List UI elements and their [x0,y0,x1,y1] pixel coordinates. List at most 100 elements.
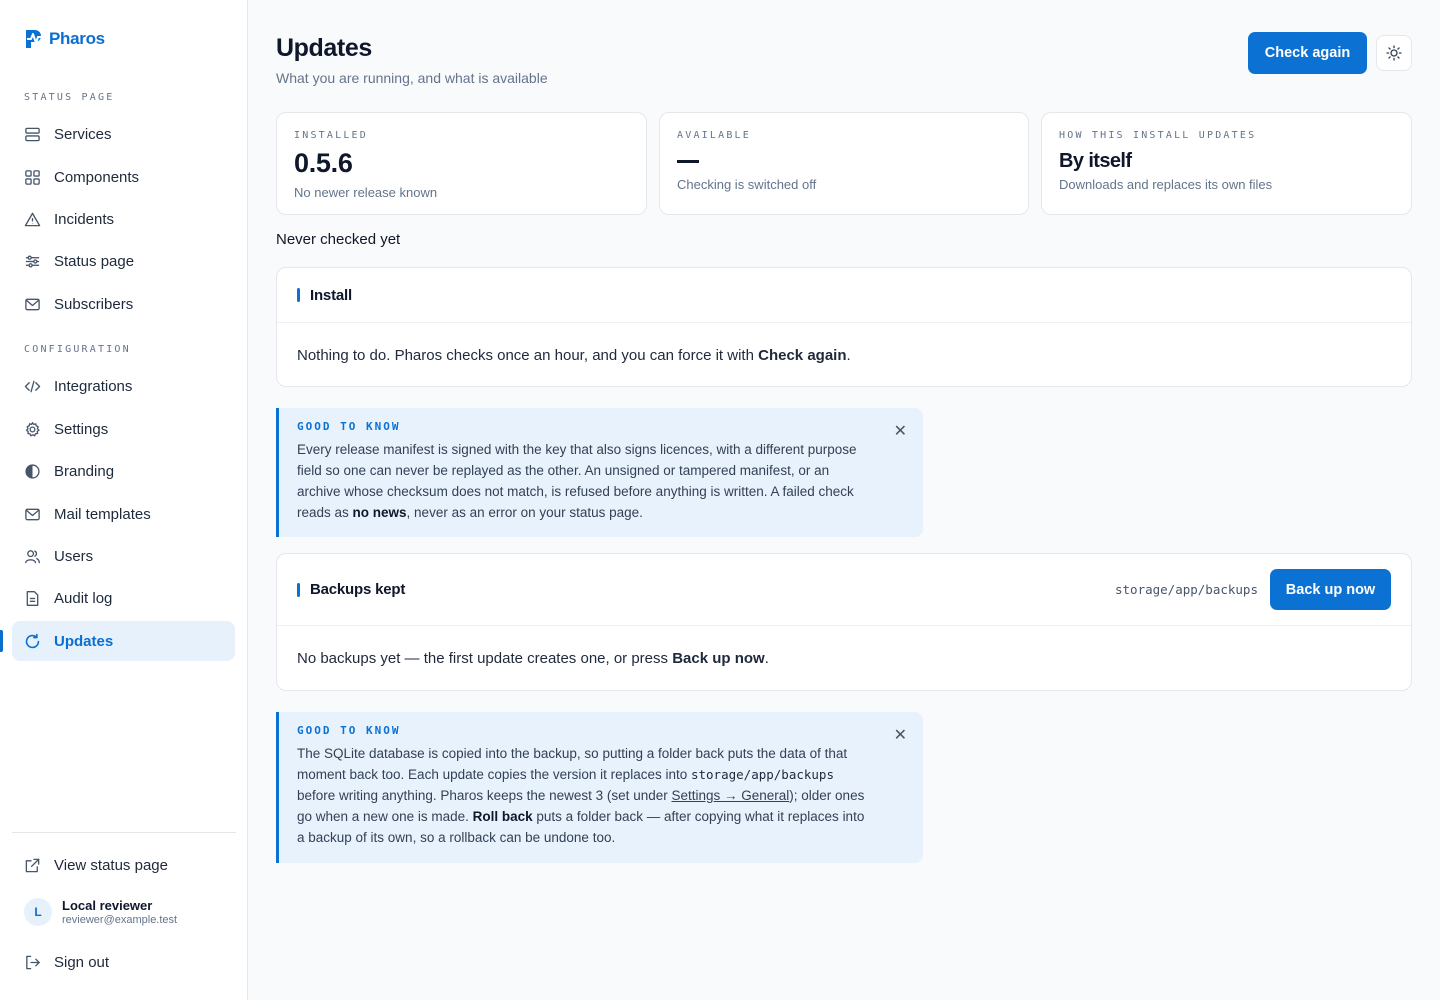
available-label: AVAILABLE [677,130,751,141]
sidebar-item-status-page[interactable]: Status page [12,241,235,281]
callout-text-bold: Roll back [472,809,533,824]
sidebar-item-subscribers[interactable]: Subscribers [12,284,235,324]
sidebar-item-label: Subscribers [54,295,134,313]
sidebar-item-mail-templates[interactable]: Mail templates [12,494,235,534]
install-panel-body: Nothing to do. Pharos checks once an hou… [277,323,1411,387]
install-body-suffix: . [846,346,851,364]
callout-label: GOOD TO KNOW [297,420,401,433]
sidebar-item-label: Branding [54,462,115,480]
backups-body-suffix: . [764,650,769,667]
sidebar-item-label: Incidents [54,210,115,228]
check-again-button[interactable]: Check again [1248,32,1367,74]
installed-label: INSTALLED [294,130,368,141]
brand-name: Pharos [49,29,105,48]
back-up-now-button[interactable]: Back up now [1270,569,1391,610]
sign-out-label: Sign out [54,953,110,971]
sliders-icon [25,255,40,267]
avatar: L [24,898,52,926]
active-indicator [0,630,3,652]
sidebar-item-integrations[interactable]: Integrations [12,366,235,406]
sidebar-item-label: Audit log [54,589,113,607]
close-icon[interactable]: ✕ [894,728,907,744]
mail-icon [25,298,40,310]
warning-triangle-icon [24,212,41,226]
document-icon [26,590,39,606]
install-panel-title: Install [310,286,352,304]
gear-icon [25,421,40,436]
mail-icon [25,508,40,520]
refresh-icon [25,633,40,648]
update-mode-note: Downloads and replaces its own files [1059,177,1273,192]
view-status-page-link[interactable]: View status page [12,845,235,885]
sidebar-item-users[interactable]: Users [12,536,235,576]
sidebar-item-label: Mail templates [54,505,151,523]
backups-panel: Backups kept storage/app/backups Back up… [276,553,1412,691]
callout-text-bold: no news [352,505,407,520]
sidebar-item-settings[interactable]: Settings [12,409,235,449]
sidebar-item-label: Components [54,168,140,186]
contrast-icon [25,463,40,479]
pharos-logo-icon [26,30,44,48]
view-status-page-label: View status page [54,856,168,874]
sidebar-item-branding[interactable]: Branding [12,451,235,491]
users-icon [25,549,40,563]
sun-icon [1386,45,1402,61]
callout-code-path: storage/app/backups [690,767,834,782]
sign-out-icon [26,955,40,969]
brand-logo[interactable]: Pharos [24,28,105,50]
sign-out-button[interactable]: Sign out [12,942,235,982]
backups-panel-title: Backups kept [310,581,406,598]
install-panel: Install Nothing to do. Pharos checks onc… [276,267,1412,387]
sidebar-item-services[interactable]: Services [12,114,235,154]
sidebar-item-label: Services [54,125,112,143]
sidebar-item-label: Integrations [54,377,133,395]
user-name: Local reviewer [62,898,153,913]
available-note: Checking is switched off [677,177,817,192]
update-mode-label: HOW THIS INSTALL UPDATES [1059,130,1257,141]
close-icon[interactable]: ✕ [894,424,907,440]
backups-panel-body: No backups yet — the first update create… [277,626,1411,691]
callout-text: The SQLite database is copied into the b… [297,743,873,848]
sidebar-item-label: Users [54,547,94,565]
backups-body-text: No backups yet — the first update create… [297,650,673,667]
section-label-configuration: CONFIGURATION [24,344,131,355]
install-body-text: Nothing to do. Pharos checks once an hou… [297,346,759,364]
good-to-know-callout-signing: GOOD TO KNOW Every release manifest is s… [276,408,923,537]
panel-accent-mark [297,582,300,597]
backups-path: storage/app/backups [1115,582,1258,597]
update-mode-card: HOW THIS INSTALL UPDATES By itself Downl… [1041,112,1412,215]
server-icon [25,127,40,141]
installed-version: 0.5.6 [294,148,353,178]
theme-toggle-button[interactable] [1376,35,1412,71]
external-link-icon [25,858,40,872]
panel-accent-mark [297,288,300,302]
installed-note: No newer release known [294,185,438,200]
install-panel-header: Install [277,268,1411,323]
sidebar-item-incidents[interactable]: Incidents [12,199,235,239]
last-checked-text: Never checked yet [276,231,401,248]
page-subtitle: What you are running, and what is availa… [276,70,548,86]
sidebar-item-label: Updates [54,632,114,650]
grid-icon [25,169,40,185]
update-mode-value: By itself [1059,150,1132,172]
good-to-know-callout-backups: GOOD TO KNOW The SQLite database is copi… [276,712,923,863]
available-value-dash [677,160,699,163]
code-icon [24,380,41,392]
sidebar-item-label: Status page [54,252,135,270]
installed-card: INSTALLED 0.5.6 No newer release known [276,112,647,215]
sidebar-divider [12,832,236,833]
backups-body-bold: Back up now [672,650,765,667]
settings-general-link[interactable]: Settings → General [671,788,789,803]
callout-text-b: , never as an error on your status page. [406,505,643,520]
sidebar-item-audit-log[interactable]: Audit log [12,578,235,618]
page-title: Updates [276,34,372,62]
sidebar-item-components[interactable]: Components [12,157,235,197]
user-email: reviewer@example.test [62,914,178,926]
available-card: AVAILABLE — Checking is switched off [659,112,1029,215]
user-block[interactable]: L Local reviewer reviewer@example.test [24,898,177,926]
callout-text-b: before writing anything. Pharos keeps th… [297,788,672,803]
sidebar-item-updates[interactable]: Updates [12,621,235,661]
sidebar: Pharos STATUS PAGE Services Components I… [0,0,248,1000]
callout-label: GOOD TO KNOW [297,724,401,737]
section-label-status: STATUS PAGE [24,92,115,103]
